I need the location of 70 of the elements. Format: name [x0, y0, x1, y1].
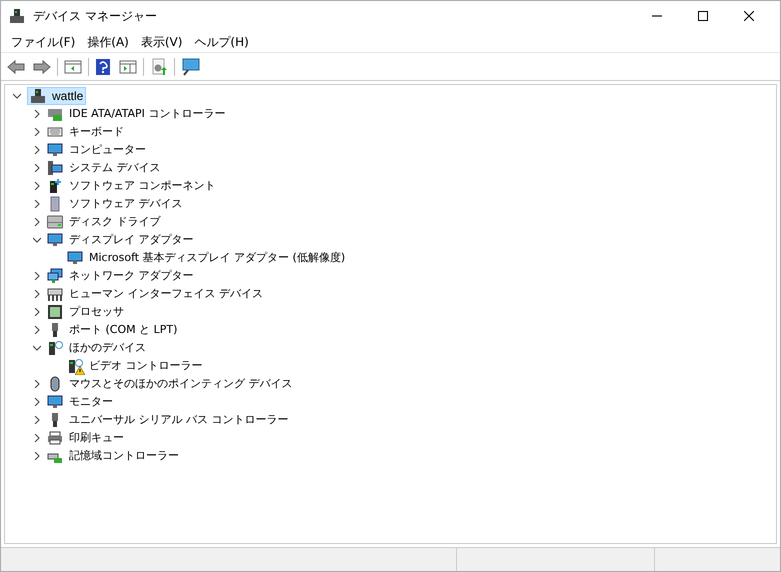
expand-chevron-icon[interactable]: [33, 326, 41, 334]
expand-chevron-icon[interactable]: [33, 164, 41, 172]
menu-item[interactable]: 表示(V): [134, 32, 188, 50]
help-icon: [95, 58, 111, 76]
collapse-chevron-icon[interactable]: [33, 236, 41, 244]
device-category[interactable]: プロセッサ: [69, 304, 124, 320]
menu-item[interactable]: ヘルプ(H): [188, 32, 255, 50]
maximize-icon: [698, 11, 708, 21]
monitor-icon: [47, 142, 63, 158]
expand-chevron-icon[interactable]: [33, 146, 41, 154]
chip-icon: [47, 304, 63, 320]
expand-chevron-icon[interactable]: [33, 128, 41, 136]
computer-icon: [47, 160, 63, 176]
device-plus-icon: [47, 178, 63, 194]
collapse-chevron-icon[interactable]: [13, 92, 21, 100]
expand-chevron-icon[interactable]: [33, 200, 41, 208]
expand-chevron-icon[interactable]: [33, 110, 41, 118]
collapse-chevron-icon[interactable]: [33, 344, 41, 352]
window-title: デバイス マネージャー: [33, 8, 157, 25]
device-category[interactable]: ソフトウェア コンポーネント: [69, 178, 216, 194]
device-category[interactable]: ディスク ドライブ: [69, 214, 160, 230]
device-category[interactable]: コンピューター: [69, 142, 146, 158]
expand-chevron-icon[interactable]: [33, 452, 41, 460]
expand-chevron-icon[interactable]: [33, 272, 41, 280]
expand-chevron-icon[interactable]: [33, 416, 41, 424]
device-category[interactable]: システム デバイス: [69, 160, 160, 176]
device-category[interactable]: キーボード: [69, 124, 124, 140]
device-category[interactable]: ポート (COM と LPT): [69, 322, 178, 338]
computer-node[interactable]: wattle: [27, 87, 86, 105]
expand-chevron-icon[interactable]: [33, 290, 41, 298]
device-category[interactable]: マウスとそのほかのポインティング デバイス: [69, 376, 292, 392]
window-icon: [119, 58, 137, 74]
monitor-icon: [67, 250, 83, 266]
expand-chevron-icon[interactable]: [33, 308, 41, 316]
device-category[interactable]: IDE ATA/ATAPI コントローラー: [69, 106, 226, 122]
monitor-icon: [47, 394, 63, 410]
monitor-icon: [47, 232, 63, 248]
computer-app-icon: [9, 8, 25, 24]
monitor-magnifier-icon: [181, 58, 201, 76]
device-category[interactable]: ほかのデバイス: [69, 340, 146, 356]
disk-drive-icon: [47, 214, 63, 230]
printer-icon: [47, 430, 63, 446]
back-arrow-icon: [7, 58, 25, 74]
unknown-device-icon: [67, 358, 83, 374]
forward-arrow-icon: [33, 58, 51, 74]
device-category[interactable]: ディスプレイ アダプター: [69, 232, 194, 248]
expand-chevron-icon[interactable]: [33, 380, 41, 388]
expand-chevron-icon[interactable]: [33, 398, 41, 406]
controller-card-icon: [47, 106, 63, 122]
computer-icon: [30, 88, 46, 104]
device-item[interactable]: ビデオ コントローラー: [89, 358, 202, 374]
gear-upload-icon: [150, 58, 168, 76]
device-category[interactable]: 印刷キュー: [69, 430, 124, 446]
device-category[interactable]: ソフトウェア デバイス: [69, 196, 182, 212]
expand-chevron-icon[interactable]: [33, 182, 41, 190]
device-category[interactable]: ユニバーサル シリアル バス コントローラー: [69, 412, 288, 428]
expand-chevron-icon[interactable]: [33, 218, 41, 226]
device-category[interactable]: ネットワーク アダプター: [69, 268, 194, 284]
device-item[interactable]: Microsoft 基本ディスプレイ アダプター (低解像度): [89, 250, 346, 266]
device-category[interactable]: 記憶域コントローラー: [69, 448, 179, 464]
unknown-device-icon: [47, 340, 63, 356]
device-category[interactable]: モニター: [69, 394, 113, 410]
menu-item[interactable]: 操作(A): [81, 32, 135, 50]
expand-chevron-icon[interactable]: [33, 434, 41, 442]
menu-item[interactable]: ファイル(F): [5, 32, 82, 50]
device-category[interactable]: ヒューマン インターフェイス デバイス: [69, 286, 263, 302]
keyboard-icon: [47, 286, 63, 302]
close-icon: [744, 11, 754, 21]
window-icon: [64, 58, 82, 74]
network-icon: [47, 268, 63, 284]
